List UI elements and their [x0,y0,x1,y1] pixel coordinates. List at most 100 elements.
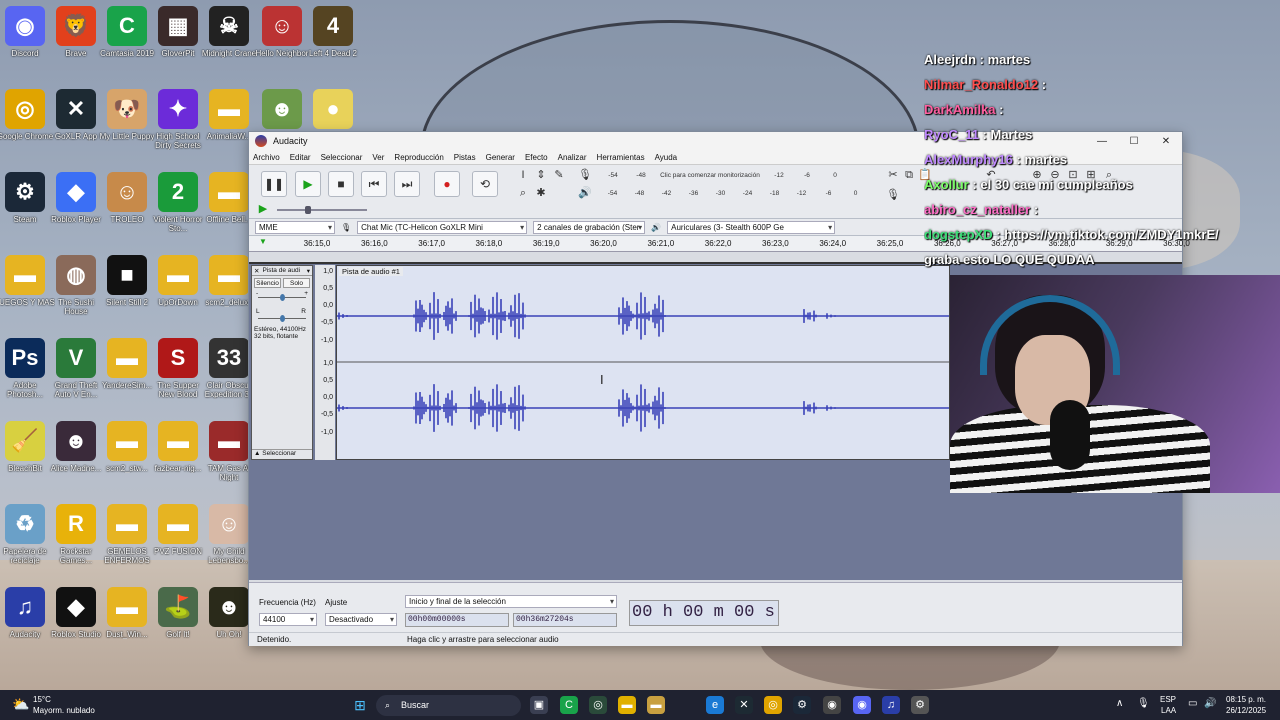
stream-chat-overlay: Aleejrdn : martes Nilmar_Ronaldo12 : Dark… [924,52,1274,277]
language-layout[interactable]: LAA [1161,706,1176,715]
stop-button[interactable]: ■ [328,171,354,197]
menu-item[interactable]: Ayuda [655,153,678,162]
copy-icon[interactable]: ⧉ [901,167,917,183]
app-icon: ▬ [107,504,147,544]
app-icon: ▬ [209,89,249,129]
steam-taskbar-icon[interactable]: ⚙ [793,696,811,714]
snap-label: Ajuste [325,598,348,607]
audio-host-select[interactable]: MME [255,220,335,234]
menu-item[interactable]: Analizar [558,153,587,162]
ruler-tick-label: 36:21,0 [647,239,675,248]
camtasia-taskbar-icon[interactable]: C [560,696,578,714]
tray-mic-icon[interactable]: 🎙 [1137,698,1150,709]
selection-tool-icon[interactable]: I [515,167,531,183]
weather-temp[interactable]: 15°C [33,695,51,704]
window-title: Audacity [273,136,308,146]
mute-button[interactable]: Silencio [254,278,281,288]
menu-item[interactable]: Ver [372,153,384,162]
network-icon[interactable]: ▭ [1188,698,1197,709]
menu-item[interactable]: Editar [290,153,311,162]
start-windows-icon[interactable]: ⊞ [351,696,369,714]
play-speed-thumb[interactable] [305,206,311,214]
taskbar-search[interactable]: ⌕ Buscar [376,695,521,716]
pan-slider-thumb[interactable] [280,315,285,322]
audacity-taskbar-icon[interactable]: ♫ [882,696,900,714]
recording-device-select[interactable]: Chat Mic (TC-Helicon GoXLR Mini [357,220,528,234]
zoom-tool-icon[interactable]: ⌕ [515,185,531,201]
audio-position-time[interactable]: 00 h 00 m 00 s [629,600,779,626]
clock-date[interactable]: 26/12/2025 [1226,706,1266,715]
xbox-taskbar-icon[interactable]: ◎ [589,696,607,714]
tray-chevron-icon[interactable]: ∧ [1116,698,1123,709]
loop-button[interactable]: ⟲ [472,171,498,197]
chat-text: martes [987,52,1031,67]
draw-tool-icon[interactable]: ✎ [551,167,567,183]
clip-title[interactable]: Pista de audio #1 [339,267,403,276]
folder-taskbar-icon[interactable]: ▬ [647,696,665,714]
track-close-icon[interactable]: ✕ [254,267,259,275]
goxlr-taskbar-icon[interactable]: ✕ [735,696,753,714]
app-icon: ✦ [158,89,198,129]
gain-slider-thumb[interactable] [280,294,285,301]
channels-select[interactable]: 2 canales de grabación (Ster [533,220,646,234]
record-button[interactable]: ● [434,171,460,197]
menu-item[interactable]: Herramientas [597,153,645,162]
chat-username: dogstepXD [924,227,993,242]
desktop-icon[interactable]: ☠ Midnight Crane [199,6,259,84]
desktop-icon[interactable]: 4 Left 4 Dead 2 [303,6,363,84]
play-at-speed-icon[interactable]: ▶ [255,201,271,217]
language-code[interactable]: ESP [1160,695,1176,704]
selection-mode-select[interactable]: Inicio y final de la selección [405,595,617,608]
menu-item[interactable]: Efecto [525,153,548,162]
play-speed-slider[interactable] [277,206,367,214]
multi-tool-icon[interactable]: ✱ [533,185,549,201]
scale-label: -1,0 [320,429,333,436]
app-icon: C [107,6,147,46]
menu-item[interactable]: Archivo [253,153,280,162]
menu-item[interactable]: Reproducción [394,153,443,162]
skip-end-button[interactable]: ⏭ [394,171,420,197]
rate-select[interactable]: 44100 [259,613,317,626]
rate-label: Frecuencia (Hz) [259,598,316,607]
selection-end-time[interactable]: 00h36m27204s [513,613,617,627]
menu-item[interactable]: Generar [486,153,515,162]
playback-device-select[interactable]: Auriculares (3- Stealth 600P Ge [667,220,836,234]
task-view-icon[interactable]: ▣ [530,696,548,714]
file-explorer-icon[interactable]: ▬ [618,696,636,714]
record-meter[interactable]: -54 -48 Clic para comenzar monitorización -… [599,169,869,181]
timeline-play-icon[interactable]: ▼ [259,237,267,246]
scale-label: 1,0 [323,268,333,275]
play-button[interactable]: ▶ [295,171,321,197]
ruler-tick-label: 36:19,0 [532,239,560,248]
edge-taskbar-icon[interactable]: e [706,696,724,714]
track-name-menu[interactable]: Pista de audi [262,267,300,274]
menu-item[interactable]: Pistas [454,153,476,162]
track-select-button[interactable]: ▲ Seleccionar [252,449,312,459]
scale-label: 0,0 [323,302,333,309]
playback-meter[interactable]: -54 -48 -42 -36 -30 -24 -18 -12 -6 0 [599,187,869,199]
app-icon: ▬ [158,255,198,295]
snap-select[interactable]: Desactivado [325,613,397,626]
selection-start-time[interactable]: 00h00m00000s [405,613,509,627]
skip-start-button[interactable]: ⏮ [361,171,387,197]
volume-icon[interactable]: 🔊 [1204,698,1216,709]
pause-button[interactable]: ❚❚ [261,171,287,197]
menu-item[interactable]: Seleccionar [321,153,363,162]
solo-button[interactable]: Solo [283,278,310,288]
weather-icon[interactable]: ⛅ [12,696,29,713]
chat-message: AlexMurphy16 : martes [924,152,1274,177]
track-menu-chevron-icon[interactable]: ▾ [307,267,310,275]
vertical-scale[interactable]: 1,0 0,5 0,0 -0,5 -1,0 1,0 0,5 0,0 -0,5 -1,0 [315,265,335,460]
waveform-view[interactable]: Pista de audio #1 [336,265,950,460]
chrome-taskbar-icon[interactable]: ◎ [764,696,782,714]
envelope-tool-icon[interactable]: ⇕ [533,167,549,183]
settings-taskbar-icon[interactable]: ⚙ [911,696,929,714]
app-icon: ◎ [5,89,45,129]
clock-time[interactable]: 08:15 p. m. [1226,695,1266,704]
weather-desc[interactable]: Mayorm. nublado [33,706,95,715]
cut-icon[interactable]: ✂ [885,167,901,183]
app-icon: ◆ [56,587,96,627]
track-select-label: Seleccionar [262,450,297,457]
obs-taskbar-icon[interactable]: ◉ [823,696,841,714]
discord-taskbar-icon[interactable]: ◉ [853,696,871,714]
